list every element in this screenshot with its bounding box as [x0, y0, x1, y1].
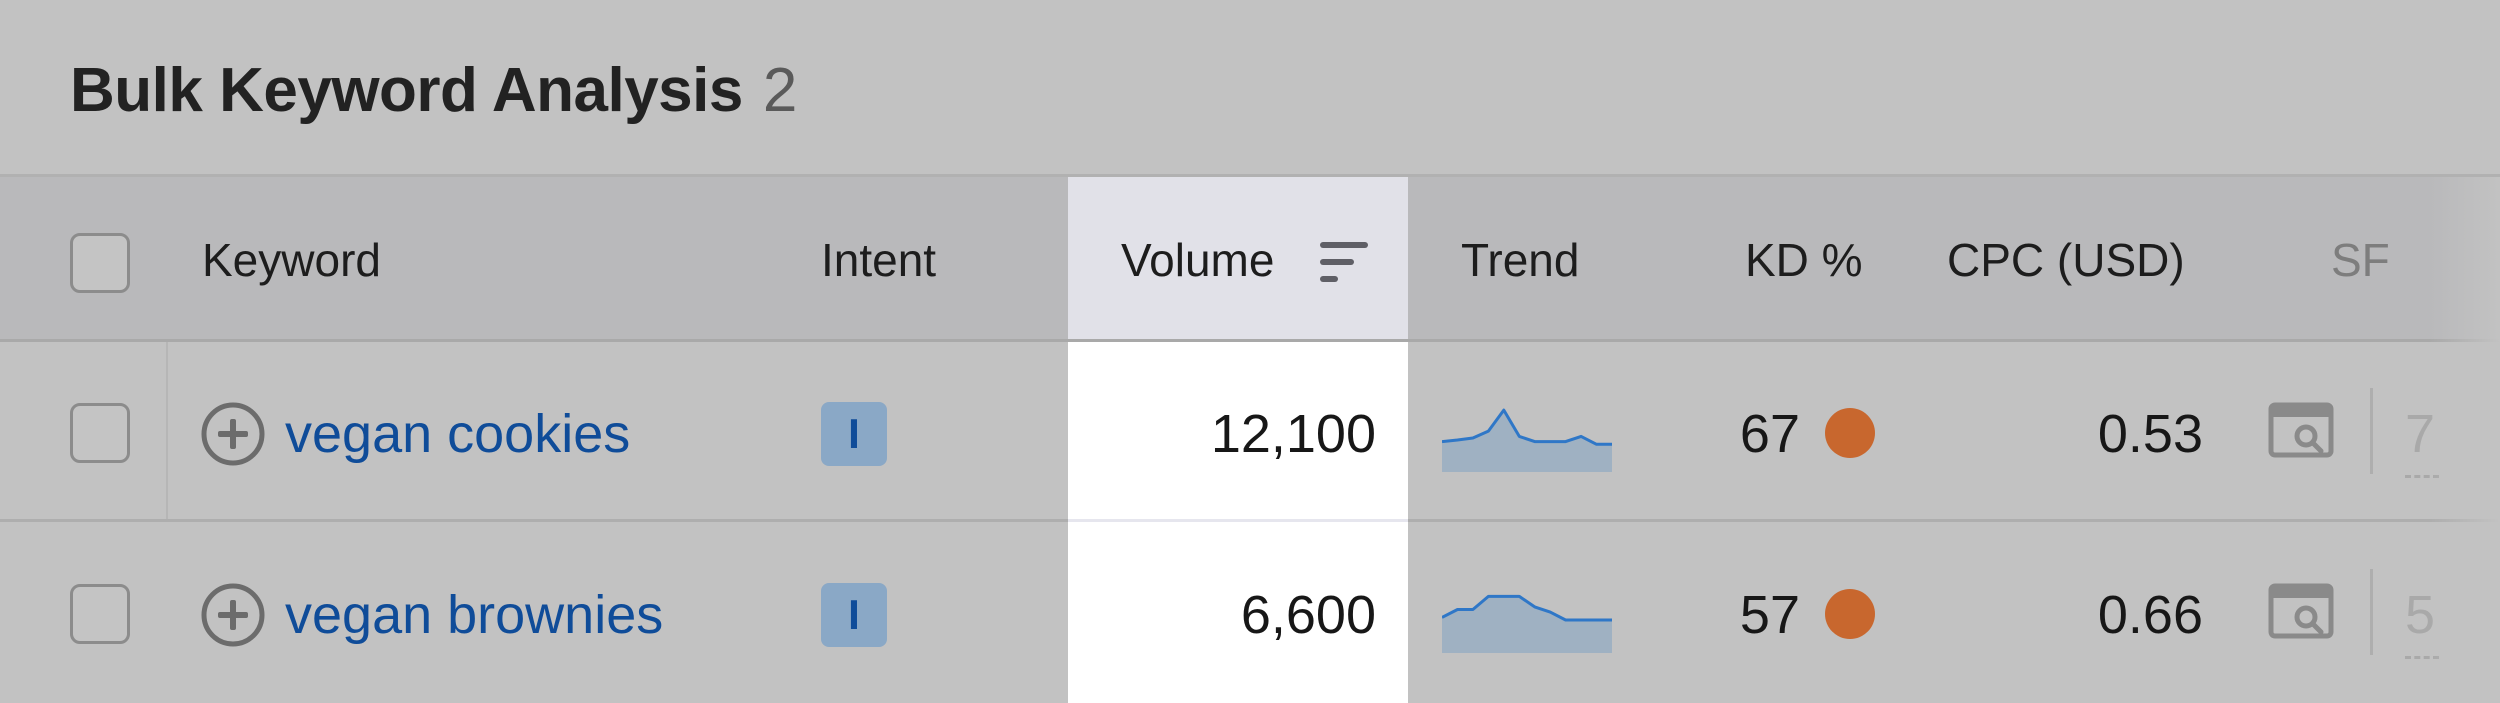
- row-checkbox[interactable]: [70, 403, 130, 463]
- select-all-checkbox[interactable]: [70, 233, 130, 293]
- column-divider: [2370, 388, 2373, 474]
- column-header-cpc[interactable]: CPC (USD): [1947, 235, 2185, 285]
- volume-value: 6,600: [1240, 585, 1376, 645]
- title-row: Bulk Keyword Analysis 2: [70, 50, 797, 130]
- kd-difficulty-dot: [1825, 408, 1875, 458]
- trend-sparkline: [1442, 594, 1612, 653]
- kd-difficulty-dot: [1825, 589, 1875, 639]
- column-header-kd[interactable]: KD %: [1745, 235, 1863, 285]
- kd-value: 67: [1739, 404, 1800, 464]
- serp-features-icon[interactable]: [2268, 402, 2334, 458]
- add-to-list-plus-icon[interactable]: [200, 401, 266, 467]
- keyword-link[interactable]: vegan cookies: [285, 404, 630, 464]
- bulk-keyword-analysis-panel: Bulk Keyword Analysis 2 Keyword Intent V…: [0, 0, 2500, 703]
- volume-column-highlight: [1068, 342, 1408, 703]
- cpc-value: 0.53: [2097, 404, 2203, 464]
- divider: [0, 339, 2500, 342]
- intent-badge[interactable]: I: [821, 402, 887, 466]
- column-header-sf[interactable]: SF: [2331, 235, 2390, 285]
- serp-features-icon[interactable]: [2268, 583, 2334, 639]
- column-header-volume[interactable]: Volume: [1121, 235, 1274, 285]
- sort-descending-icon[interactable]: [1318, 240, 1370, 284]
- checkbox-column-divider: [166, 342, 168, 519]
- scroll-fade-overlay: [2430, 177, 2500, 703]
- keyword-count: 2: [762, 55, 798, 125]
- cpc-value: 0.66: [2097, 585, 2203, 645]
- add-to-list-plus-icon[interactable]: [200, 582, 266, 648]
- trend-sparkline: [1442, 408, 1612, 472]
- volume-value: 12,100: [1210, 404, 1376, 464]
- row-checkbox[interactable]: [70, 584, 130, 644]
- divider: [1068, 519, 1408, 522]
- column-header-keyword[interactable]: Keyword: [202, 235, 381, 285]
- intent-badge[interactable]: I: [821, 583, 887, 647]
- trend-area: [1442, 596, 1612, 653]
- keyword-link[interactable]: vegan brownies: [285, 585, 663, 645]
- column-divider: [2370, 569, 2373, 655]
- column-header-trend[interactable]: Trend: [1461, 235, 1579, 285]
- page-title: Bulk Keyword Analysis: [70, 55, 743, 125]
- trend-line: [1442, 408, 1612, 446]
- kd-value: 57: [1739, 585, 1800, 645]
- column-header-intent[interactable]: Intent: [821, 235, 936, 285]
- trend-area: [1442, 410, 1612, 472]
